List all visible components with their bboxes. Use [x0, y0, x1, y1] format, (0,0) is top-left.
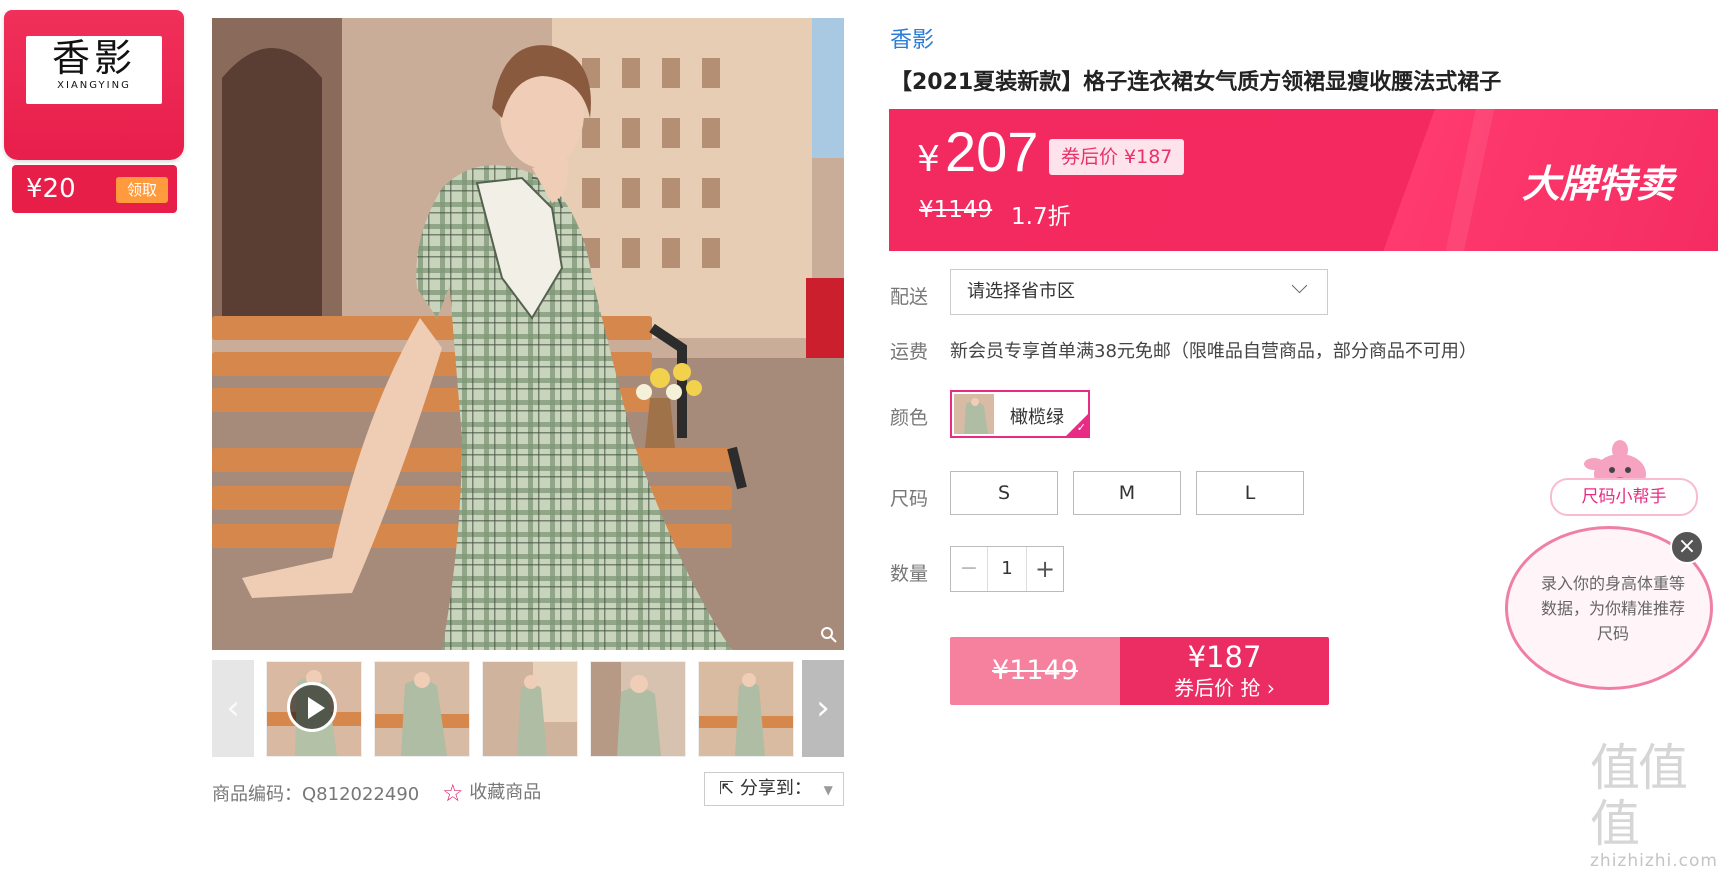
quantity-input[interactable]: 1	[987, 547, 1027, 591]
quantity-decrease-button[interactable]: −	[951, 547, 988, 591]
thumbnail-4[interactable]	[590, 661, 686, 757]
thumbnail-next-button[interactable]: ›	[802, 660, 844, 757]
brand-card-header: 香影 XIANGYING	[4, 10, 184, 160]
size-label: 尺码	[890, 488, 929, 510]
banner-decoration	[1438, 109, 1498, 251]
close-icon[interactable]: ×	[1670, 530, 1704, 564]
price-currency: ¥	[917, 139, 940, 180]
size-option-s[interactable]: S	[950, 471, 1058, 515]
shipping-info: 新会员专享首单满38元免邮（限唯品自营商品，部分商品不可用）	[950, 341, 1477, 362]
color-swatch	[954, 394, 994, 434]
chevron-down-icon	[1291, 277, 1308, 294]
size-helper-text: 录入你的身高体重等数据，为你精准推荐尺码	[1540, 574, 1685, 643]
quantity-increase-button[interactable]: +	[1026, 547, 1063, 591]
brand-logo-en: XIANGYING	[57, 80, 131, 91]
thumbnail-image	[375, 662, 469, 756]
zoom-icon[interactable]	[820, 626, 838, 644]
buy-original-price: ¥1149	[950, 637, 1120, 705]
brand-coupon-card: 香影 XIANGYING ¥20 领取	[4, 10, 184, 215]
product-code: 商品编码：Q812022490	[212, 784, 420, 805]
current-price: 207	[945, 120, 1039, 183]
original-price: ¥1149	[919, 197, 993, 223]
shipping-label: 运费	[890, 341, 929, 363]
size-helper-title[interactable]: 尺码小帮手	[1550, 478, 1698, 516]
thumbnail-2[interactable]	[374, 661, 470, 757]
size-helper-widget: 尺码小帮手 录入你的身高体重等数据，为你精准推荐尺码 ×	[1500, 430, 1730, 700]
quantity-stepper: − 1 +	[950, 546, 1064, 592]
thumbnail-image	[483, 662, 577, 756]
brand-logo-cn: 香影	[51, 36, 136, 80]
delivery-label: 配送	[890, 286, 929, 308]
play-icon[interactable]	[287, 682, 337, 732]
favorite-button[interactable]: ☆ 收藏商品	[442, 778, 541, 807]
product-meta-row: 商品编码：Q812022490 ☆ 收藏商品 ⇱ 分享到： ▼	[212, 770, 844, 810]
share-icon: ⇱	[719, 778, 735, 799]
claim-coupon-button[interactable]: 领取	[116, 177, 168, 203]
brand-coupon: ¥20 领取	[12, 165, 177, 213]
buy-now-panel[interactable]: ¥187 券后价 抢 ›	[1120, 637, 1329, 705]
after-coupon-price: 券后价 ¥187	[1049, 139, 1185, 175]
buy-button[interactable]: ¥1149 ¥187 券后价 抢 ›	[950, 637, 1329, 705]
favorite-label: 收藏商品	[469, 782, 542, 803]
thumbnail-image	[591, 662, 685, 756]
share-button[interactable]: ⇱ 分享到： ▼	[704, 772, 844, 806]
watermark: 值值值 zhizhizhi.com	[1590, 740, 1730, 870]
thumbnail-3[interactable]	[482, 661, 578, 757]
thumbnail-prev-button[interactable]: ‹	[212, 660, 254, 757]
thumbnail-strip: ‹ ›	[212, 660, 844, 757]
delivery-region-select[interactable]: 请选择省市区	[950, 269, 1328, 315]
buy-action-label: 券后价 抢 ›	[1174, 676, 1275, 700]
price-banner: ¥ 207 券后价 ¥187 ¥1149 1.7折 大牌特卖	[889, 109, 1718, 251]
watermark-url: zhizhizhi.com	[1590, 851, 1718, 871]
main-product-image[interactable]	[212, 18, 844, 650]
brand-logo[interactable]: 香影 XIANGYING	[26, 36, 162, 104]
check-icon: ✓	[1076, 421, 1086, 434]
discount-rate: 1.7折	[1011, 204, 1071, 230]
coupon-amount: ¥20	[26, 174, 76, 204]
share-label: 分享到：	[739, 778, 812, 799]
size-option-m[interactable]: M	[1073, 471, 1181, 515]
promo-tag: 大牌特卖	[1521, 162, 1674, 206]
swatch-image	[954, 394, 994, 434]
size-option-l[interactable]: L	[1196, 471, 1304, 515]
buy-price: ¥187	[1187, 640, 1262, 674]
product-title: 【2021夏装新款】格子连衣裙女气质方领裙显瘦收腰法式裙子	[890, 70, 1502, 95]
thumbnail-video[interactable]	[266, 661, 362, 757]
star-icon: ☆	[442, 779, 464, 807]
brand-link[interactable]: 香影	[890, 22, 934, 54]
delivery-placeholder: 请选择省市区	[967, 281, 1075, 302]
product-photo	[212, 18, 844, 650]
caret-down-icon: ▼	[823, 783, 833, 797]
watermark-logo: 值值值	[1590, 739, 1688, 853]
thumbnail-image	[699, 662, 793, 756]
color-option-olive[interactable]: 橄榄绿 ✓	[950, 390, 1090, 438]
thumbnail-5[interactable]	[698, 661, 794, 757]
quantity-label: 数量	[890, 563, 929, 585]
color-name: 橄榄绿	[1010, 407, 1064, 428]
color-label: 颜色	[890, 407, 929, 429]
